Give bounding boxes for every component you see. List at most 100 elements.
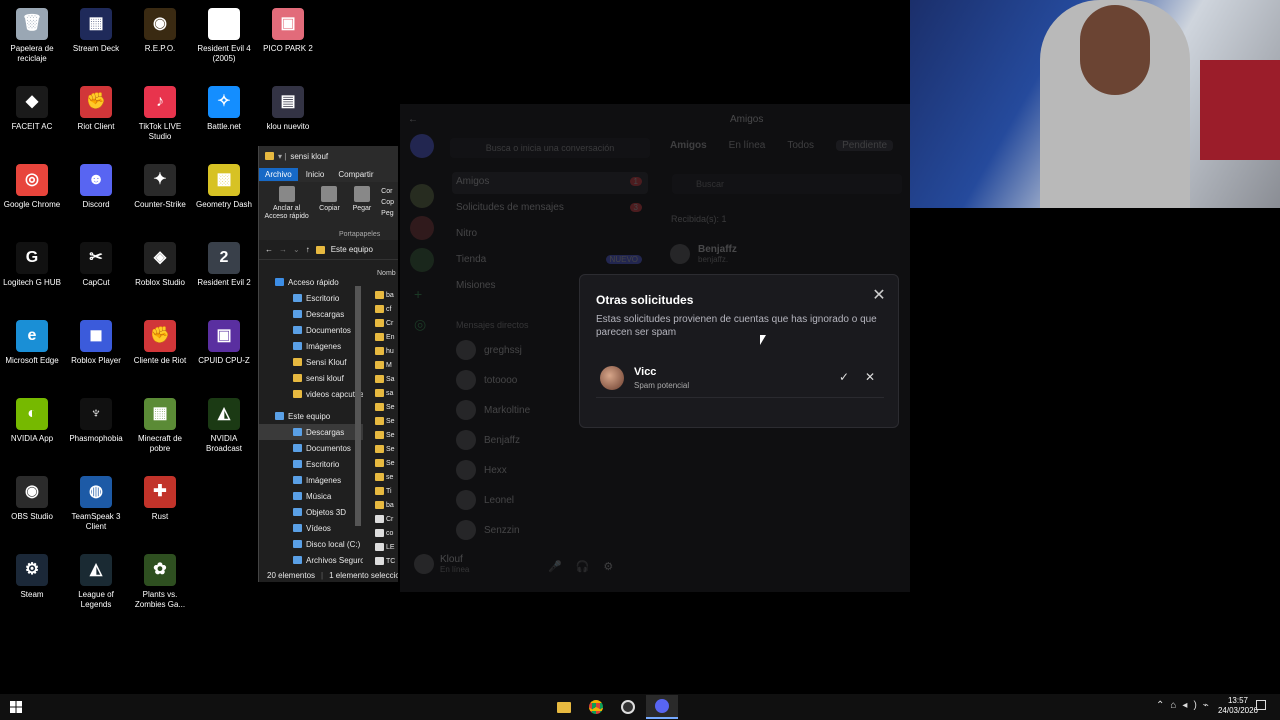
desktop-icon[interactable]: ✿ Plants vs. Zombies Ga... bbox=[128, 550, 192, 610]
desktop-icon[interactable]: ◭ NVIDIA Broadcast bbox=[192, 394, 256, 454]
tab-inicio[interactable]: Inicio bbox=[300, 168, 331, 181]
tree-item[interactable]: Escritorio bbox=[259, 290, 363, 306]
pending-friend-row[interactable]: Benjaffz benjaffz. bbox=[670, 244, 737, 264]
notifications-icon[interactable] bbox=[1256, 700, 1266, 710]
desktop-icon[interactable]: ◈ Roblox Studio bbox=[128, 238, 192, 288]
file-row[interactable]: sa bbox=[375, 386, 398, 400]
file-row[interactable]: Se bbox=[375, 442, 398, 456]
dm-item[interactable]: Leonel bbox=[456, 490, 514, 510]
friends-search-input[interactable]: Buscar bbox=[672, 174, 902, 194]
desktop-icon[interactable]: ◭ League of Legends bbox=[64, 550, 128, 610]
tree-item[interactable]: Descargas bbox=[259, 306, 363, 322]
file-row[interactable]: Ti bbox=[375, 484, 398, 498]
tree-item[interactable]: Disco local (C:) bbox=[259, 536, 363, 552]
cut-button[interactable]: Cor bbox=[381, 186, 394, 197]
user-controls[interactable]: 🎤🎧⚙ bbox=[548, 560, 627, 573]
copy-path-button[interactable]: Cop bbox=[381, 197, 394, 208]
back-arrow-icon[interactable]: ← bbox=[408, 114, 418, 125]
desktop-icon[interactable]: ▣ CPUID CPU-Z bbox=[192, 316, 256, 366]
explore-icon[interactable]: ◎ bbox=[414, 316, 426, 333]
forward-arrow-icon[interactable]: → bbox=[279, 245, 287, 254]
desktop-icon[interactable]: ◉ OBS Studio bbox=[0, 472, 64, 522]
copy-button[interactable]: Copiar bbox=[316, 186, 342, 236]
file-row[interactable]: se bbox=[375, 470, 398, 484]
up-arrow-icon[interactable]: ↑ bbox=[306, 245, 310, 254]
tree-item[interactable]: Documentos bbox=[259, 440, 363, 456]
desktop-icon[interactable]: ☻ Discord bbox=[64, 160, 128, 210]
user-panel[interactable]: Klouf En línea bbox=[414, 554, 469, 574]
server-icon[interactable] bbox=[410, 216, 434, 240]
dm-item[interactable]: Benjaffz bbox=[456, 430, 520, 450]
discord-nav-item[interactable]: Nitro bbox=[456, 228, 642, 239]
chrome-icon[interactable] bbox=[580, 695, 612, 719]
desktop-icon[interactable]: ◍ TeamSpeak 3 Client bbox=[64, 472, 128, 532]
tree-scrollbar[interactable] bbox=[355, 286, 361, 526]
tab-archivo[interactable]: Archivo bbox=[259, 167, 298, 181]
file-row[interactable]: ba bbox=[375, 498, 398, 512]
pin-quick-access-button[interactable]: Anclar al Acceso rápido bbox=[263, 186, 310, 236]
desktop-icon[interactable]: ▦ Minecraft de pobre bbox=[128, 394, 192, 454]
friends-tab[interactable]: En línea bbox=[729, 140, 766, 151]
discord-nav-item[interactable]: Amigos 1 bbox=[456, 176, 642, 187]
dm-item[interactable]: greghssj bbox=[456, 340, 522, 360]
server-icon[interactable] bbox=[410, 184, 434, 208]
desktop-icon[interactable]: ◉ R.E.P.O. bbox=[128, 4, 192, 54]
file-explorer-window[interactable]: ▾ | sensi klouf Archivo Inicio Compartir… bbox=[258, 146, 398, 582]
desktop-icon[interactable]: ✊ Riot Client bbox=[64, 82, 128, 132]
name-column-header[interactable]: Nomb bbox=[377, 270, 396, 277]
file-row[interactable]: Se bbox=[375, 400, 398, 414]
explorer-titlebar[interactable]: ▾ | sensi klouf bbox=[259, 146, 398, 166]
discord-nav-item[interactable]: Solicitudes de mensajes 3 bbox=[456, 202, 642, 213]
tree-item[interactable]: videos capcut te bbox=[259, 386, 363, 402]
file-explorer-icon[interactable] bbox=[548, 695, 580, 719]
desktop-icon[interactable]: ✚ Rust bbox=[128, 472, 192, 522]
dm-item[interactable]: Senzzin bbox=[456, 520, 520, 540]
desktop-icon[interactable]: 2 Resident Evil 2 bbox=[192, 238, 256, 288]
discord-home-icon[interactable] bbox=[410, 134, 434, 158]
desktop-icon[interactable]: ▩ Geometry Dash bbox=[192, 160, 256, 210]
tree-item[interactable]: Acceso rápido bbox=[259, 274, 363, 290]
desktop-icon[interactable]: ◐ NVIDIA App bbox=[0, 394, 64, 444]
tree-item[interactable]: Archivos Seguro bbox=[259, 552, 363, 568]
tree-item[interactable]: Vídeos bbox=[259, 520, 363, 536]
file-row[interactable]: Se bbox=[375, 456, 398, 470]
file-row[interactable]: ba bbox=[375, 288, 398, 302]
desktop-icon[interactable]: ✦ Counter-Strike bbox=[128, 160, 192, 210]
desktop-icon[interactable]: ◎ Google Chrome bbox=[0, 160, 64, 210]
desktop-icon[interactable]: ⚙ Steam bbox=[0, 550, 64, 600]
system-tray[interactable]: ⌃⌂◂)⌁ bbox=[1156, 700, 1215, 711]
file-row[interactable]: Sa bbox=[375, 372, 398, 386]
quick-access-toolbar[interactable]: ▾ | bbox=[278, 152, 286, 161]
discord-nav-item[interactable]: Tienda NUEVO bbox=[456, 254, 642, 265]
file-row[interactable]: Se bbox=[375, 414, 398, 428]
desktop-icon[interactable]: 🗑 Papelera de reciclaje bbox=[0, 4, 64, 64]
obs-icon[interactable] bbox=[612, 695, 644, 719]
file-row[interactable]: co bbox=[375, 526, 398, 540]
dm-item[interactable]: totoooo bbox=[456, 370, 517, 390]
file-row[interactable]: Se bbox=[375, 428, 398, 442]
desktop-icon[interactable]: ▦ Stream Deck bbox=[64, 4, 128, 54]
file-row[interactable]: Cr bbox=[375, 512, 398, 526]
add-server-icon[interactable]: + bbox=[414, 286, 422, 302]
desktop-icon[interactable]: ✂ CapCut bbox=[64, 238, 128, 288]
friends-tab[interactable]: Todos bbox=[787, 140, 814, 151]
desktop-icon[interactable]: ♆ Phasmophobia bbox=[64, 394, 128, 444]
dm-item[interactable]: Hexx bbox=[456, 460, 507, 480]
file-row[interactable]: En bbox=[375, 330, 398, 344]
friends-tab[interactable]: Amigos bbox=[670, 140, 707, 151]
path-breadcrumb[interactable]: Este equipo bbox=[331, 245, 373, 254]
file-row[interactable]: LE bbox=[375, 540, 398, 554]
file-row[interactable]: M bbox=[375, 358, 398, 372]
clock[interactable]: 13:57 24/03/2026 bbox=[1218, 696, 1258, 716]
friends-tab[interactable]: Pendiente bbox=[836, 140, 894, 151]
desktop-icon[interactable]: ◼ Roblox Player bbox=[64, 316, 128, 366]
dm-item[interactable]: Markoltine bbox=[456, 400, 530, 420]
paste-button[interactable]: Pegar bbox=[349, 186, 375, 236]
accept-icon[interactable]: ✓ bbox=[834, 367, 854, 387]
tree-item[interactable]: Sensi Klouf bbox=[259, 354, 363, 370]
tree-item[interactable]: Descargas bbox=[259, 424, 363, 440]
file-row[interactable]: Cr bbox=[375, 316, 398, 330]
desktop-icon[interactable]: 4 Resident Evil 4 (2005) bbox=[192, 4, 256, 64]
file-row[interactable]: hu bbox=[375, 344, 398, 358]
decline-icon[interactable]: ✕ bbox=[860, 367, 880, 387]
